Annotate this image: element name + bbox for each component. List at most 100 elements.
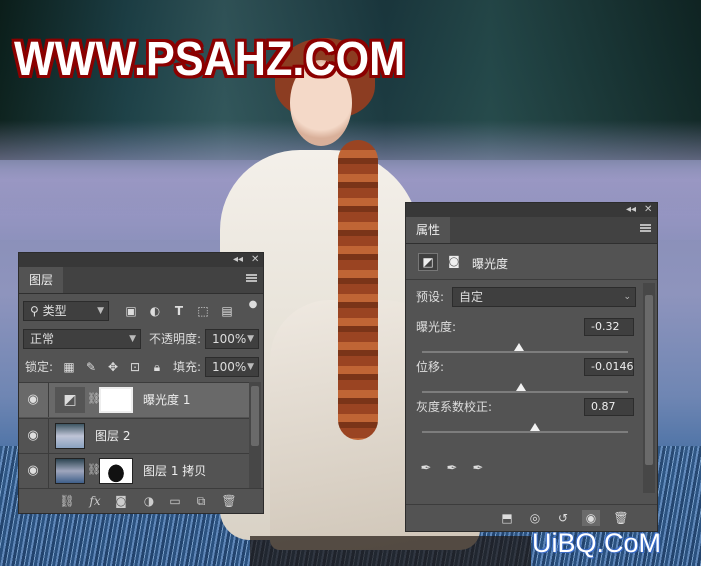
black-point-eyedropper-icon[interactable]: ✒: [418, 461, 434, 477]
mask-icon[interactable]: ◙: [444, 253, 464, 271]
close-panel-icon[interactable]: ✕: [644, 203, 652, 217]
visibility-cell: ◉: [19, 419, 49, 453]
watermark-top: WWW.PSAHZ.COM: [14, 33, 406, 86]
exposure-adjustment-icon[interactable]: ◩: [418, 253, 438, 271]
panel-header-strip: ◂◂ ✕: [19, 253, 263, 267]
properties-scrollbar[interactable]: [643, 283, 655, 493]
blend-mode-select[interactable]: 正常 ▼: [23, 329, 141, 349]
fill-value: 100%: [212, 360, 247, 374]
clip-to-layer-icon[interactable]: ⬒: [498, 510, 516, 526]
offset-label: 位移:: [416, 360, 445, 374]
fill-label: 填充:: [173, 360, 202, 374]
layer-name: 曝光度 1: [143, 393, 191, 407]
eye-icon[interactable]: ◉: [25, 464, 41, 478]
subject-braid: [338, 140, 378, 440]
lock-artboard-icon[interactable]: ⊡: [127, 359, 143, 375]
search-icon: ⚲: [30, 304, 43, 318]
trash-icon[interactable]: 🗑︎: [221, 493, 237, 509]
adjustment-filter-icon[interactable]: ◐: [147, 303, 163, 319]
scroll-thumb[interactable]: [251, 386, 259, 446]
offset-slider-knob[interactable]: [516, 383, 526, 391]
properties-panel: ◂◂ ✕ 属性 ◩ ◙ 曝光度 预设: 自定 ⌄ 曝光度: -0.32 位移: …: [405, 202, 658, 532]
white-point-eyedropper-icon[interactable]: ✒: [470, 461, 486, 477]
filter-type-label: 类型: [42, 304, 67, 318]
panel-menu-icon[interactable]: [246, 274, 257, 282]
scroll-thumb[interactable]: [645, 295, 653, 465]
gamma-label: 灰度系数校正:: [416, 400, 493, 414]
folder-icon[interactable]: ▭: [167, 493, 183, 509]
blend-row: 正常 ▼ 不透明度: 100% ▼: [19, 329, 263, 355]
lock-brush-icon[interactable]: ✎: [83, 359, 99, 375]
layer-mask-thumbnail[interactable]: [99, 458, 133, 484]
layer-name: 图层 2: [95, 429, 131, 443]
exposure-label: 曝光度:: [416, 320, 457, 334]
layers-bottom-toolbar: ⛓ fx ◙ ◑ ▭ ⧉ 🗑︎: [19, 488, 263, 513]
eye-icon[interactable]: ◉: [25, 429, 41, 443]
exposure-adjustment-icon: ◩: [55, 387, 85, 413]
watermark-bottom: UiBQ.CoM: [532, 528, 662, 558]
pixel-filter-icon[interactable]: ▣: [123, 303, 139, 319]
exposure-input[interactable]: -0.32: [584, 318, 634, 336]
panel-header-strip: ◂◂ ✕: [406, 203, 657, 217]
collapse-icon[interactable]: ◂◂: [626, 203, 636, 217]
layers-panel: ◂◂ ✕ 图层 ⚲ 类型 ▼ ▣ ◐ T ⬚ ▤ ● 正常 ▼ 不透明度: 10…: [18, 252, 264, 514]
link-layers-icon[interactable]: ⛓: [59, 493, 75, 509]
new-layer-icon[interactable]: ⧉: [193, 493, 209, 509]
add-mask-icon[interactable]: ◙: [113, 493, 129, 509]
lock-transparent-icon[interactable]: ▦: [61, 359, 77, 375]
chevron-down-icon: ▼: [247, 334, 254, 344]
properties-bottom-toolbar: ⬒ ◎ ↺ ◉ 🗑︎: [406, 504, 657, 531]
layer-thumbnail: [55, 423, 85, 449]
preset-value: 自定: [459, 290, 484, 304]
collapse-icon[interactable]: ◂◂: [233, 253, 243, 267]
blend-mode-value: 正常: [30, 332, 55, 346]
close-panel-icon[interactable]: ✕: [251, 253, 259, 267]
trash-icon[interactable]: 🗑︎: [612, 510, 630, 526]
layers-tab-bar: 图层: [19, 267, 263, 294]
lock-label: 锁定:: [25, 360, 54, 374]
filter-type-select[interactable]: ⚲ 类型 ▼: [23, 301, 109, 321]
offset-slider-track[interactable]: [422, 391, 628, 393]
layer-row-layer2[interactable]: ◉ 图层 2: [19, 418, 251, 453]
panel-menu-icon[interactable]: [640, 224, 651, 232]
divider: [406, 279, 657, 280]
adjustment-icon[interactable]: ◑: [141, 493, 157, 509]
type-filter-icon[interactable]: T: [171, 303, 187, 319]
gamma-slider-track[interactable]: [422, 431, 628, 433]
gray-point-eyedropper-icon[interactable]: ✒: [444, 461, 460, 477]
chevron-down-icon: ▼: [129, 334, 136, 344]
opacity-value: 100%: [212, 332, 247, 346]
visibility-cell: ◉: [19, 383, 49, 417]
view-previous-icon[interactable]: ◎: [526, 510, 544, 526]
opacity-label: 不透明度:: [149, 332, 202, 346]
filter-toggle-icon[interactable]: ●: [245, 297, 261, 313]
gamma-slider-knob[interactable]: [530, 423, 540, 431]
eye-icon[interactable]: ◉: [25, 393, 41, 407]
layers-scrollbar[interactable]: [249, 382, 261, 489]
chevron-down-icon: ▼: [97, 306, 104, 316]
visibility-eye-icon[interactable]: ◉: [582, 510, 600, 526]
offset-input[interactable]: -0.0146: [584, 358, 634, 376]
reset-icon[interactable]: ↺: [554, 510, 572, 526]
lock-all-icon[interactable]: 🔒︎: [149, 359, 165, 375]
chevron-down-icon: ⌄: [623, 292, 631, 302]
layer-row-exposure[interactable]: ◉ ◩ ⛓ 曝光度 1: [19, 382, 251, 417]
gamma-input[interactable]: 0.87: [584, 398, 634, 416]
adjustment-name: 曝光度: [472, 257, 509, 271]
visibility-cell: ◉: [19, 454, 49, 488]
preset-select[interactable]: 自定 ⌄: [452, 287, 636, 307]
fx-icon[interactable]: fx: [87, 493, 103, 509]
tab-layers[interactable]: 图层: [19, 267, 64, 293]
fill-input[interactable]: 100% ▼: [205, 357, 259, 377]
layer-row-layer1-copy[interactable]: ◉ ⛓ 图层 1 拷贝: [19, 453, 251, 488]
lock-position-icon[interactable]: ✥: [105, 359, 121, 375]
exposure-slider-knob[interactable]: [514, 343, 524, 351]
opacity-input[interactable]: 100% ▼: [205, 329, 259, 349]
layer-name: 图层 1 拷贝: [143, 464, 207, 478]
layer-mask-thumbnail[interactable]: [99, 387, 133, 413]
filter-row: ⚲ 类型 ▼ ▣ ◐ T ⬚ ▤ ●: [19, 299, 263, 327]
tab-properties[interactable]: 属性: [406, 217, 451, 243]
exposure-slider-track[interactable]: [422, 351, 628, 353]
shape-filter-icon[interactable]: ⬚: [195, 303, 211, 319]
smart-object-filter-icon[interactable]: ▤: [219, 303, 235, 319]
